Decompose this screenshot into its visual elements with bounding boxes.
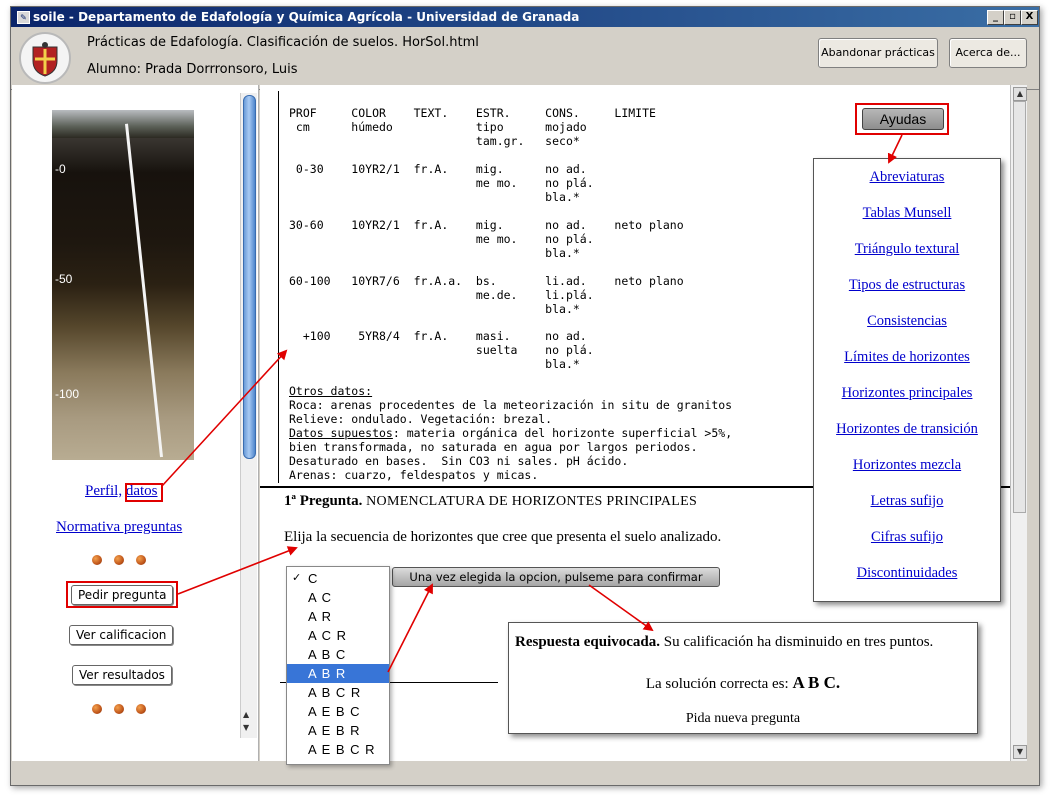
arrow-confirm: [588, 584, 654, 632]
arrow-pedir: [177, 546, 298, 595]
arrow-datos: [161, 349, 288, 487]
arrow-select: [387, 583, 433, 673]
annotation-arrows: [161, 134, 903, 673]
arrow-ayudas: [887, 134, 903, 164]
